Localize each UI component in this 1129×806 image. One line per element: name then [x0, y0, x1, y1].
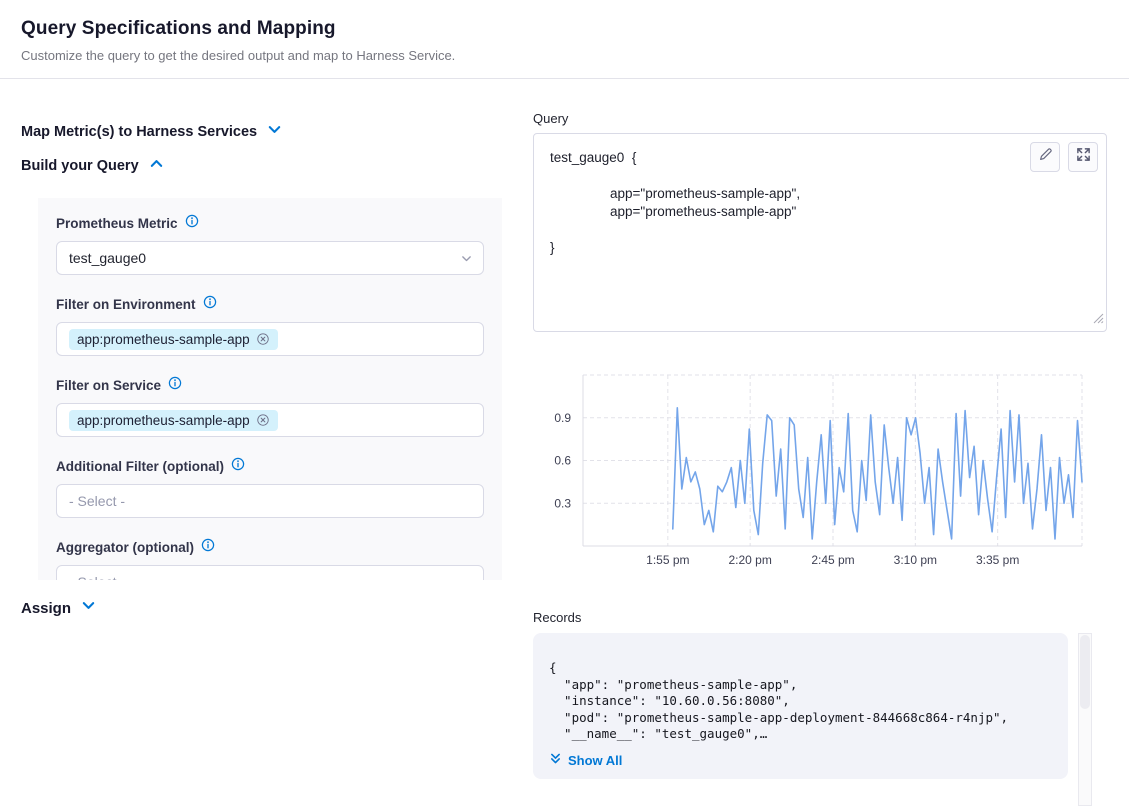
section-assign-label: Assign	[21, 600, 71, 617]
query-label: Query	[533, 111, 568, 126]
resize-grip-icon[interactable]	[1093, 311, 1104, 329]
prometheus-metric-select[interactable]: test_gauge0	[56, 241, 484, 275]
filter-service-label: Filter on Service	[56, 378, 161, 393]
svg-text:2:45 pm: 2:45 pm	[811, 553, 854, 567]
chevron-down-icon	[81, 598, 96, 618]
expand-query-button[interactable]	[1068, 142, 1098, 172]
show-all-label: Show All	[568, 753, 622, 768]
filter-service-input[interactable]: app:prometheus-sample-app	[56, 403, 484, 437]
records-label: Records	[533, 610, 581, 625]
filter-environment-input[interactable]: app:prometheus-sample-app	[56, 322, 484, 356]
info-icon[interactable]	[168, 376, 182, 395]
query-toolbar	[1030, 142, 1098, 172]
field-additional-filter: Additional Filter (optional)	[56, 457, 484, 518]
svg-text:0.3: 0.3	[554, 496, 571, 510]
timeseries-chart-svg: 0.3 0.6 0.9 1:55 pm 2:20 pm 2:45 pm 3:10 pm 3:3…	[533, 373, 1107, 573]
field-aggregator: Aggregator (optional)	[56, 538, 484, 580]
chevron-down-icon	[460, 576, 473, 580]
query-editor-box[interactable]: test_gauge0 { app="prometheus-sample-app…	[533, 133, 1107, 332]
chevron-down-icon	[267, 122, 282, 142]
metric-timeseries-chart: 0.3 0.6 0.9 1:55 pm 2:20 pm 2:45 pm 3:10 pm 3:3…	[533, 373, 1107, 573]
environment-filter-chip: app:prometheus-sample-app	[69, 329, 278, 350]
record-json: { "app": "prometheus-sample-app", "insta…	[549, 660, 1054, 743]
info-icon[interactable]	[201, 538, 215, 557]
query-builder-panel: Prometheus Metric test_gauge0 Filter on …	[38, 198, 502, 580]
field-filter-service: Filter on Service app:prometheus-sample-…	[56, 376, 484, 437]
chevron-up-icon	[149, 156, 164, 176]
pencil-icon	[1038, 147, 1053, 167]
record-card: { "app": "prometheus-sample-app", "insta…	[533, 633, 1068, 779]
chevron-down-icon	[460, 252, 473, 270]
section-map-metrics-label: Map Metric(s) to Harness Services	[21, 124, 257, 140]
section-map-metrics[interactable]: Map Metric(s) to Harness Services	[21, 122, 282, 142]
query-preview-column: Query test_gauge0 { app="prometheus-samp…	[533, 0, 1107, 806]
aggregator-select[interactable]	[56, 565, 484, 580]
svg-text:2:20 pm: 2:20 pm	[728, 553, 771, 567]
remove-chip-icon[interactable]	[256, 332, 270, 346]
field-prometheus-metric: Prometheus Metric test_gauge0	[56, 214, 484, 275]
service-filter-chip-label: app:prometheus-sample-app	[77, 413, 250, 428]
show-all-link[interactable]: Show All	[549, 752, 1054, 770]
info-icon[interactable]	[231, 457, 245, 476]
svg-text:0.9: 0.9	[554, 411, 571, 425]
additional-filter-input-wrap	[56, 484, 484, 518]
svg-text:0.6: 0.6	[554, 454, 571, 468]
query-specifications-page: Query Specifications and Mapping Customi…	[0, 0, 1129, 806]
svg-text:3:10 pm: 3:10 pm	[894, 553, 937, 567]
query-text: test_gauge0 { app="prometheus-sample-app…	[534, 134, 1106, 272]
section-assign[interactable]: Assign	[21, 598, 96, 618]
edit-query-button[interactable]	[1030, 142, 1060, 172]
double-chevron-down-icon	[549, 752, 562, 770]
records-scrollbar[interactable]	[1078, 633, 1092, 806]
section-build-query-label: Build your Query	[21, 158, 139, 174]
prometheus-metric-value: test_gauge0	[69, 250, 146, 266]
remove-chip-icon[interactable]	[256, 413, 270, 427]
info-icon[interactable]	[185, 214, 199, 233]
prometheus-metric-label: Prometheus Metric	[56, 216, 178, 231]
additional-filter-label: Additional Filter (optional)	[56, 459, 224, 474]
filter-environment-label: Filter on Environment	[56, 297, 196, 312]
aggregator-label: Aggregator (optional)	[56, 540, 194, 555]
page-title: Query Specifications and Mapping	[21, 18, 336, 40]
records-scrollbar-thumb[interactable]	[1080, 635, 1090, 709]
field-filter-environment: Filter on Environment app:prometheus-sam…	[56, 295, 484, 356]
environment-filter-chip-label: app:prometheus-sample-app	[77, 332, 250, 347]
aggregator-input[interactable]	[69, 574, 471, 580]
service-filter-chip: app:prometheus-sample-app	[69, 410, 278, 431]
fullscreen-icon	[1076, 147, 1091, 167]
svg-text:3:35 pm: 3:35 pm	[976, 553, 1019, 567]
section-build-query[interactable]: Build your Query	[21, 156, 164, 176]
page-subtitle: Customize the query to get the desired o…	[21, 48, 455, 63]
svg-text:1:55 pm: 1:55 pm	[646, 553, 689, 567]
info-icon[interactable]	[203, 295, 217, 314]
additional-filter-input[interactable]	[69, 493, 471, 509]
